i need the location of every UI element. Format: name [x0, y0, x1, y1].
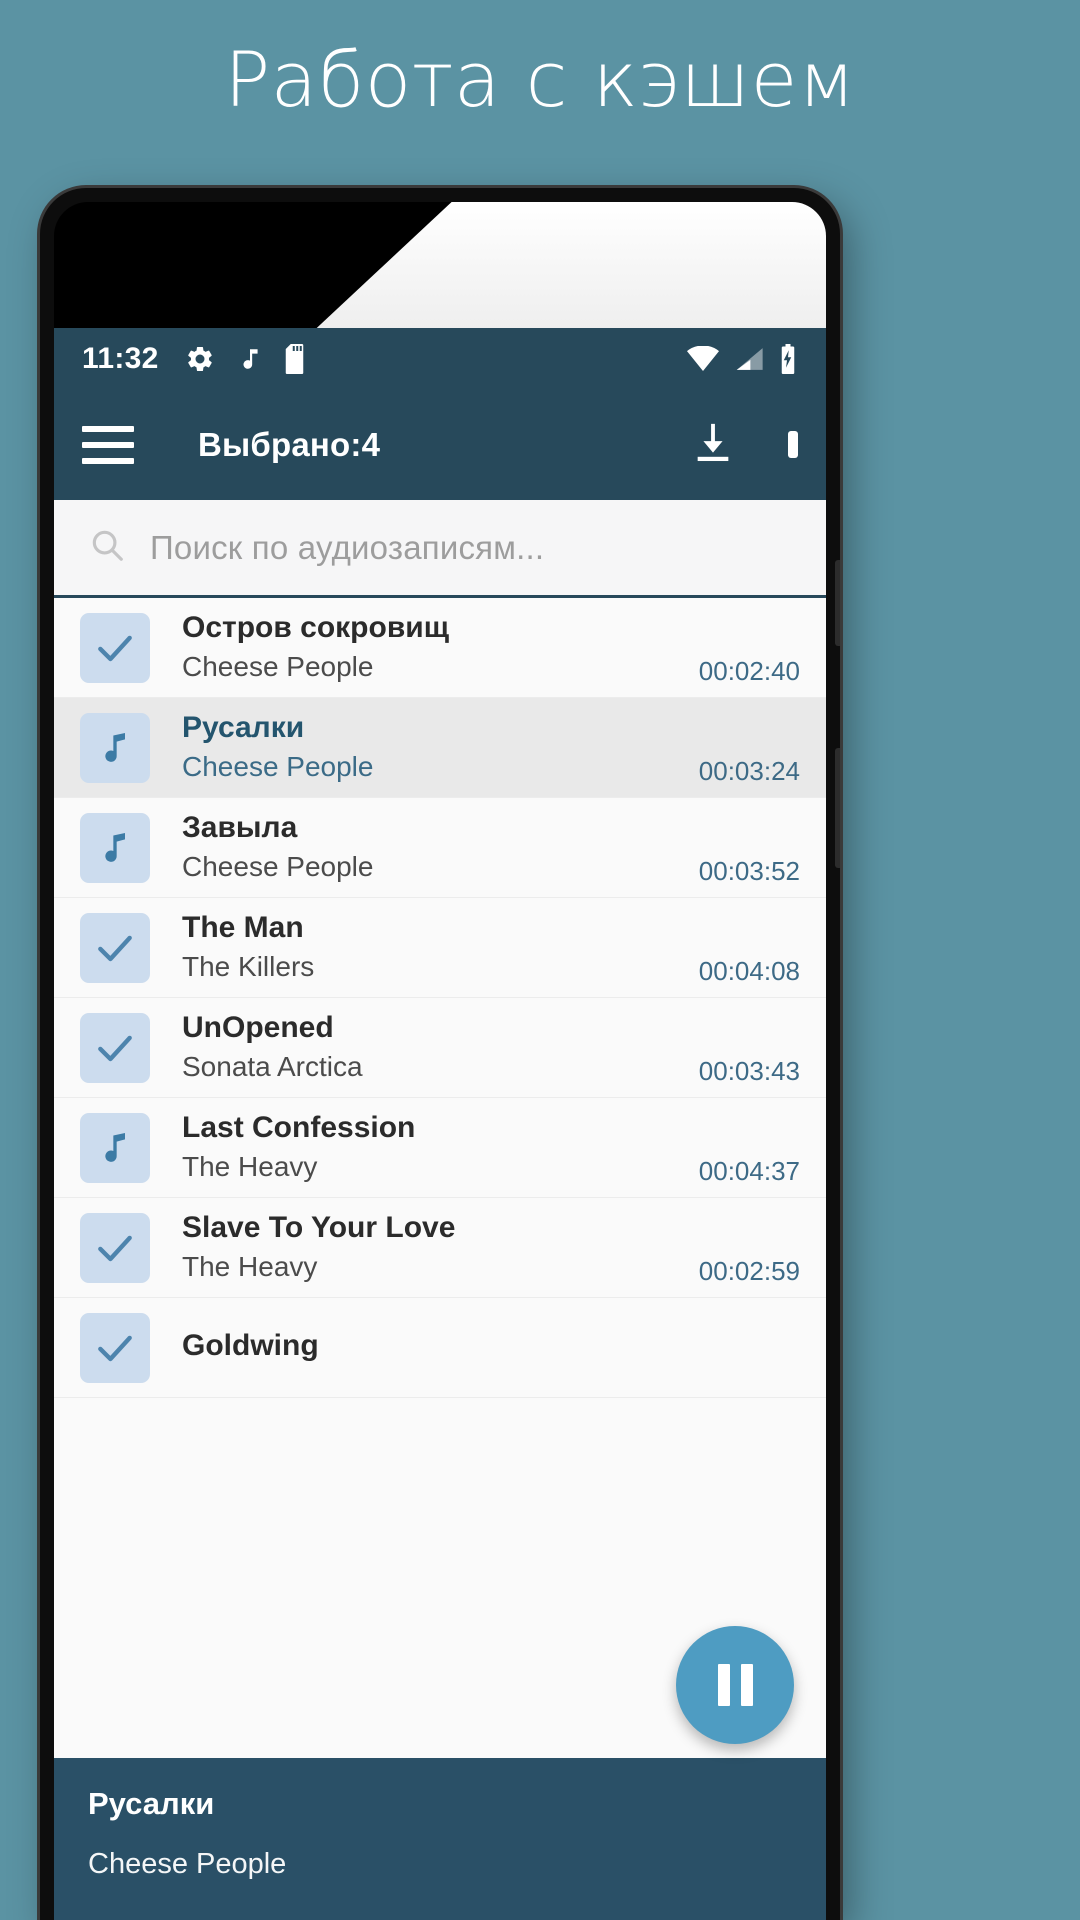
track-title: Slave To Your Love	[182, 1211, 456, 1245]
checkmark-icon[interactable]	[80, 1312, 150, 1383]
track-title: UnOpened	[182, 1011, 334, 1045]
track-duration: 00:03:24	[698, 756, 800, 786]
track-artist: The Heavy	[182, 1250, 318, 1282]
track-row[interactable]: Русалки Cheese People 00:03:24	[54, 698, 826, 798]
wifi-icon	[686, 346, 720, 372]
track-artist: The Heavy	[182, 1150, 318, 1182]
track-title: Русалки	[182, 711, 305, 745]
track-text: Slave To Your Love The Heavy	[182, 1210, 681, 1285]
search-input-placeholder[interactable]: Поиск по аудиозаписям...	[150, 529, 544, 567]
track-artist: The Killers	[182, 950, 315, 982]
track-title: Завыла	[182, 811, 298, 845]
music-note-icon[interactable]	[80, 712, 150, 783]
status-bar-time: 11:32	[82, 342, 159, 375]
phone-screen-bezel: 11:32 Выбрано:4 Поиск по аудиозаписям...…	[54, 202, 826, 1920]
status-bar: 11:32	[54, 328, 826, 390]
toolbar-title: Выбрано:4	[198, 426, 381, 463]
checkmark-icon[interactable]	[80, 1212, 150, 1283]
phone-power-button	[835, 748, 840, 868]
search-icon	[88, 526, 126, 569]
track-duration: 00:04:08	[698, 956, 800, 986]
status-bar-right-icons	[686, 344, 798, 374]
track-title: Goldwing	[182, 1329, 319, 1363]
app-screen: 11:32 Выбрано:4 Поиск по аудиозаписям...…	[54, 328, 826, 1920]
cellular-signal-icon	[734, 346, 764, 372]
track-duration: 00:02:40	[698, 656, 800, 686]
music-note-icon[interactable]	[80, 1112, 150, 1183]
track-duration: 00:02:59	[698, 1256, 800, 1286]
track-title: Last Confession	[182, 1111, 416, 1145]
checkmark-icon[interactable]	[80, 912, 150, 983]
music-note-icon	[237, 344, 263, 374]
track-title: Остров сокровищ	[182, 611, 450, 645]
track-row[interactable]: The Man The Killers 00:04:08	[54, 898, 826, 998]
track-duration: 00:03:52	[698, 856, 800, 886]
checkmark-icon[interactable]	[80, 612, 150, 683]
track-title: The Man	[182, 911, 304, 945]
now-playing-artist: Cheese People	[88, 1848, 287, 1880]
phone-mockup: 11:32 Выбрано:4 Поиск по аудиозаписям...…	[40, 188, 840, 1920]
now-playing-title: Русалки	[88, 1786, 215, 1821]
app-toolbar: Выбрано:4	[54, 390, 826, 500]
status-bar-left-icons	[185, 344, 309, 374]
track-artist: Sonata Arctica	[182, 1050, 363, 1082]
search-bar[interactable]: Поиск по аудиозаписям...	[54, 500, 826, 598]
phone-volume-button	[835, 560, 840, 646]
select-all-square-icon[interactable]	[788, 431, 798, 458]
phone-notch-decoration	[306, 202, 826, 338]
track-artist: Cheese People	[182, 750, 374, 782]
sd-card-icon	[285, 344, 309, 374]
hamburger-menu-icon[interactable]	[82, 426, 134, 464]
play-pause-fab[interactable]	[676, 1626, 794, 1744]
toolbar-actions	[690, 420, 798, 471]
track-duration: 00:04:37	[698, 1156, 800, 1186]
track-row[interactable]: Slave To Your Love The Heavy 00:02:59	[54, 1198, 826, 1298]
track-text: Завыла Cheese People	[182, 810, 681, 885]
track-row[interactable]: UnOpened Sonata Arctica 00:03:43	[54, 998, 826, 1098]
track-row[interactable]: Остров сокровищ Cheese People 00:02:40	[54, 598, 826, 698]
track-row[interactable]: Goldwing	[54, 1298, 826, 1398]
download-icon[interactable]	[690, 420, 736, 471]
track-text: Goldwing	[182, 1328, 782, 1366]
track-text: Остров сокровищ Cheese People	[182, 610, 681, 685]
track-text: The Man The Killers	[182, 910, 681, 985]
music-note-icon[interactable]	[80, 812, 150, 883]
track-row[interactable]: Завыла Cheese People 00:03:52	[54, 798, 826, 898]
track-text: Last Confession The Heavy	[182, 1110, 681, 1185]
track-text: Русалки Cheese People	[182, 710, 681, 785]
battery-charging-icon	[778, 344, 798, 374]
now-playing-bar[interactable]: Русалки Cheese People	[54, 1758, 826, 1920]
track-list[interactable]: Остров сокровищ Cheese People 00:02:40 Руса…	[54, 598, 826, 1398]
gear-icon	[185, 344, 215, 374]
checkmark-icon[interactable]	[80, 1012, 150, 1083]
track-artist: Cheese People	[182, 650, 374, 682]
track-duration: 00:03:43	[698, 1056, 800, 1086]
track-row[interactable]: Last Confession The Heavy 00:04:37	[54, 1098, 826, 1198]
pause-icon	[717, 1664, 753, 1706]
track-text: UnOpened Sonata Arctica	[182, 1010, 681, 1085]
poster-title: Работа с кэшем	[224, 35, 856, 124]
track-artist: Cheese People	[182, 850, 374, 882]
